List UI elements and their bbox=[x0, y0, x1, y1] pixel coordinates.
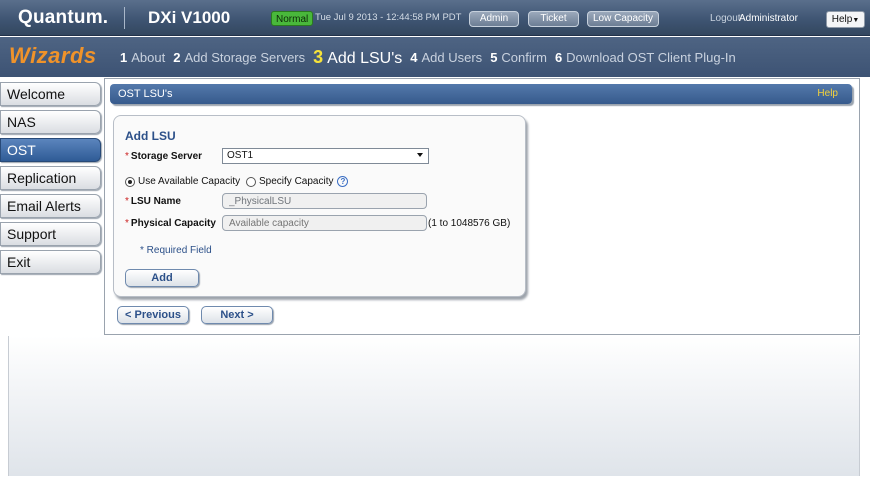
sidebar-item-email-alerts[interactable]: Email Alerts bbox=[0, 194, 101, 218]
specify-capacity-label: Specify Capacity bbox=[259, 176, 334, 187]
help-question-icon[interactable]: ? bbox=[337, 176, 349, 187]
sidebar-item-replication[interactable]: Replication bbox=[0, 166, 101, 190]
step-number: 2 bbox=[173, 49, 181, 65]
step-label: Add LSU's bbox=[327, 49, 403, 67]
chevron-down-icon bbox=[417, 153, 423, 157]
step-label: Download OST Client Plug-In bbox=[566, 49, 736, 65]
add-button[interactable]: Add bbox=[125, 269, 199, 287]
lsu-name-field[interactable] bbox=[222, 193, 427, 209]
step-number: 3 bbox=[313, 46, 324, 67]
sidebar-item-ost[interactable]: OST bbox=[0, 138, 101, 162]
sidebar-item-support[interactable]: Support bbox=[0, 222, 101, 246]
lower-empty-area bbox=[8, 336, 860, 476]
panel-header: OST LSU's Help bbox=[110, 84, 852, 104]
wizard-step-confirm[interactable]: 5 Confirm bbox=[490, 50, 547, 65]
ticket-button[interactable]: Ticket bbox=[528, 11, 579, 27]
storage-server-label-text: Storage Server bbox=[130, 151, 203, 162]
lsu-name-label: * LSU Name bbox=[125, 196, 181, 207]
use-available-capacity-radio[interactable] bbox=[125, 176, 135, 187]
required-field-note: * Required Field bbox=[140, 245, 212, 256]
next-button[interactable]: Next > bbox=[201, 306, 273, 324]
step-label: Confirm bbox=[501, 49, 547, 65]
step-label: Add Storage Servers bbox=[184, 49, 306, 65]
sidebar-item-nas[interactable]: NAS bbox=[0, 110, 101, 134]
storage-server-select[interactable]: OST1 bbox=[222, 148, 429, 164]
help-menu-button[interactable]: Help▼ bbox=[826, 11, 865, 28]
help-label: Help bbox=[831, 14, 853, 25]
step-number: 5 bbox=[490, 49, 498, 65]
low-capacity-button[interactable]: Low Capacity bbox=[587, 11, 659, 27]
step-label: About bbox=[131, 49, 166, 65]
physical-capacity-field[interactable] bbox=[222, 215, 427, 231]
sidebar-item-welcome[interactable]: Welcome bbox=[0, 82, 101, 106]
physical-capacity-label-text: Physical Capacity bbox=[130, 218, 216, 229]
wizards-title: Wizards bbox=[9, 43, 97, 68]
top-header: Quantum. DXi V1000 Normal Tue Jul 9 2013… bbox=[0, 0, 870, 36]
wizard-step-about[interactable]: 1 About bbox=[120, 50, 165, 65]
wizard-step-add-lsus[interactable]: 3 Add LSU's bbox=[313, 47, 402, 68]
storage-server-value: OST1 bbox=[227, 150, 254, 161]
panel-help-link[interactable]: Help bbox=[817, 88, 838, 99]
wizard-bar: Wizards 1 About 2 Add Storage Servers 3 Add… bbox=[0, 37, 870, 77]
current-user: Administrator bbox=[739, 13, 798, 24]
form-title: Add LSU bbox=[125, 129, 176, 143]
chevron-down-icon: ▼ bbox=[852, 17, 860, 24]
capacity-range-note: (1 to 1048576 GB) bbox=[428, 218, 511, 229]
brand-logo: Quantum. bbox=[18, 7, 109, 28]
brand-divider bbox=[124, 7, 125, 29]
step-number: 6 bbox=[554, 49, 563, 65]
sidebar: Welcome NAS OST Replication Email Alerts… bbox=[0, 82, 101, 278]
required-mark: * bbox=[125, 196, 129, 207]
logout-link[interactable]: Logout bbox=[710, 13, 741, 24]
use-available-capacity-label: Use Available Capacity bbox=[138, 176, 241, 187]
lsu-name-label-text: LSU Name bbox=[130, 196, 181, 207]
sidebar-item-exit[interactable]: Exit bbox=[0, 250, 101, 274]
physical-capacity-label: * Physical Capacity bbox=[125, 218, 216, 229]
wizard-steps: 1 About 2 Add Storage Servers 3 Add LSU's 4… bbox=[120, 37, 744, 77]
product-model: DXi V1000 bbox=[148, 8, 231, 27]
step-label: Add Users bbox=[421, 49, 483, 65]
wizard-step-add-storage-servers[interactable]: 2 Add Storage Servers bbox=[173, 50, 305, 65]
step-number: 4 bbox=[410, 49, 418, 65]
previous-button[interactable]: < Previous bbox=[117, 306, 189, 324]
panel-title: OST LSU's bbox=[118, 88, 173, 100]
status-badge[interactable]: Normal bbox=[271, 11, 314, 26]
wizard-step-download-plugin[interactable]: 6 Download OST Client Plug-In bbox=[555, 50, 736, 65]
system-datetime: Tue Jul 9 2013 - 12:44:58 PM PDT bbox=[315, 12, 462, 23]
required-mark: * bbox=[125, 218, 129, 229]
use-available-capacity-option[interactable]: Use Available Capacity bbox=[125, 176, 240, 187]
wizard-step-add-users[interactable]: 4 Add Users bbox=[410, 50, 482, 65]
admin-button[interactable]: Admin bbox=[469, 11, 519, 27]
storage-server-label: * Storage Server bbox=[125, 151, 202, 162]
required-mark: * bbox=[125, 151, 129, 162]
specify-capacity-radio[interactable] bbox=[246, 176, 256, 187]
step-number: 1 bbox=[120, 49, 128, 65]
specify-capacity-option[interactable]: Specify Capacity ? bbox=[246, 176, 349, 187]
